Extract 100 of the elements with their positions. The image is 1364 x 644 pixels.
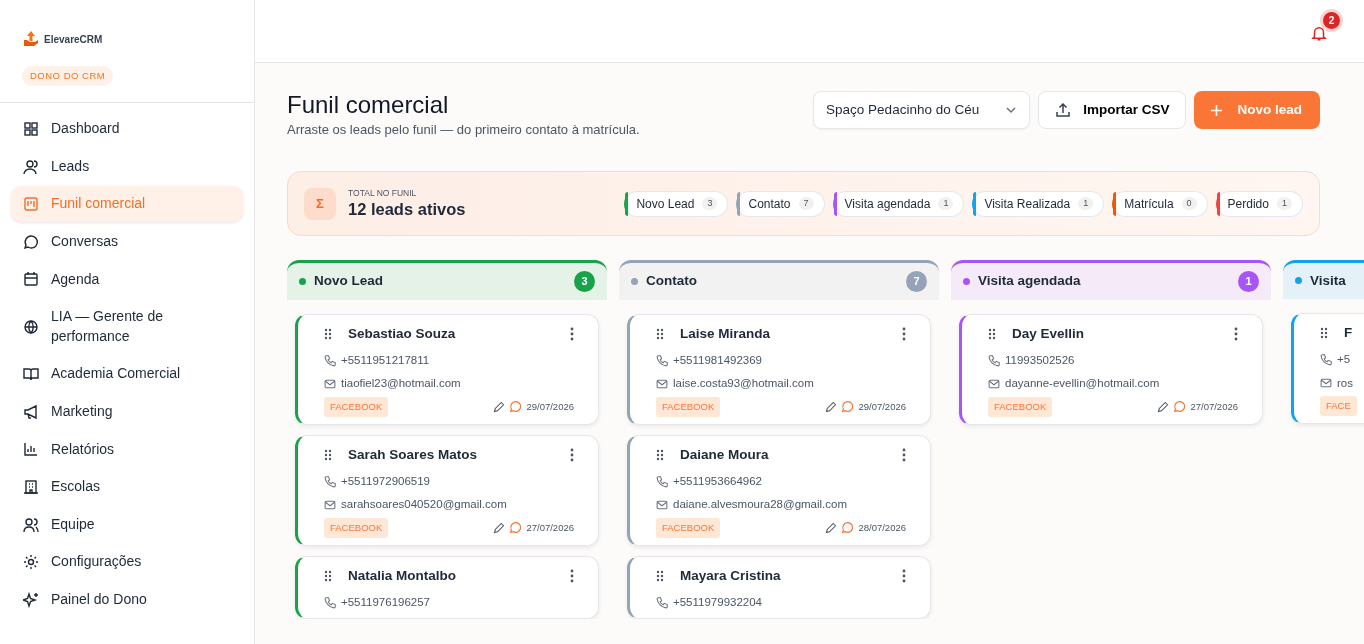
more-options-icon[interactable] [570,568,574,583]
chat-icon[interactable] [509,521,523,535]
mail-icon [1320,377,1332,390]
stage-chip[interactable]: Visita agendada 1 [832,190,965,217]
phone-icon [1320,353,1332,366]
lead-card[interactable]: Laise Miranda +5511981492369 laise.costa93@hotmail.com FACEBOOK 29/07/2026 [627,313,931,425]
summary-label: TOTAL NO FUNIL [348,187,418,201]
chat-icon[interactable] [509,400,523,414]
phone-icon [656,596,668,609]
chat-icon[interactable] [1173,400,1187,414]
megaphone-icon [23,403,39,420]
chat-icon [23,233,39,250]
drag-handle-icon[interactable] [324,327,332,340]
stage-chip[interactable]: Matrícula 0 [1112,190,1208,217]
sidebar-item[interactable]: Academia Comercial [11,356,243,392]
stage-chip[interactable]: Perdido 1 [1215,190,1303,217]
lead-phone: +5511972906519 [341,474,430,490]
lead-name: Natalia Montalbo [348,566,456,585]
pencil-icon[interactable] [825,400,838,413]
logo-icon [22,30,40,48]
phone-icon [656,354,668,367]
sidebar-item[interactable]: Equipe [11,506,243,543]
lead-email: ros [1337,375,1353,391]
more-options-icon[interactable] [570,326,574,341]
lead-phone: 11993502526 [1005,353,1075,369]
sidebar-item[interactable]: Agenda [11,261,243,298]
lead-card[interactable]: Daiane Moura +5511953664962 daiane.alvesmoura28@gmail.com FACEBOOK 28/07/2026 [627,434,931,546]
notification-badge: 2 [1323,12,1340,29]
sidebar-item[interactable]: Leads [11,148,243,185]
stage-chip[interactable]: Visita Realizada 1 [972,190,1105,217]
source-tag: FACEBOOK [988,396,1053,417]
globe-icon [23,318,39,335]
drag-handle-icon[interactable] [324,569,332,582]
import-csv-button[interactable]: Importar CSV [1038,91,1187,130]
mail-icon [324,498,336,511]
lead-card[interactable]: Sarah Soares Matos +5511972906519 sarahsoares040520@gmail.com FACEBOOK 27/07/2026 [295,434,599,546]
lead-date: 28/07/2026 [858,520,906,535]
more-options-icon[interactable] [902,447,906,462]
sidebar-item[interactable]: Configurações [11,544,243,580]
lead-email: laise.costa93@hotmail.com [673,376,814,392]
sidebar-item[interactable]: LIA — Gerente de performance [11,299,243,355]
pencil-icon[interactable] [493,521,506,534]
drag-handle-icon[interactable] [656,327,664,340]
lead-card[interactable]: Natalia Montalbo +5511976196257 [295,555,599,620]
lead-card[interactable]: Day Evellin 11993502526 dayanne-evellin@hotmail.com FACEBOOK 27/07/2026 [959,313,1263,425]
source-tag: FACEBOOK [656,517,721,538]
lead-name: F [1344,324,1353,343]
column-title: Contato [646,272,697,291]
drag-handle-icon[interactable] [656,569,664,582]
page-subtitle: Arraste os leads pelo funil — do primeiro contato à matrícula. [287,120,640,139]
lead-phone: +5511981492369 [673,353,762,369]
lead-date: 29/07/2026 [858,399,906,414]
lead-email: dayanne-evellin@hotmail.com [1005,376,1160,392]
drag-handle-icon[interactable] [1320,327,1328,340]
lead-phone: +5511951217811 [341,353,430,369]
status-dot [1295,277,1302,285]
sidebar-item[interactable]: Relatórios [11,431,243,468]
drag-handle-icon[interactable] [324,448,332,461]
sidebar-item[interactable]: Painel do Dono [11,581,243,618]
lead-name: Laise Miranda [680,324,771,343]
column-count: 3 [574,270,595,292]
school-select[interactable]: Spaço Pedacinho do Céu [813,91,1031,130]
pencil-icon[interactable] [1157,400,1170,413]
lead-card[interactable]: F +5 ros FACE [1291,313,1364,425]
kanban-icon [23,196,39,213]
stage-chip[interactable]: Contato 7 [736,190,825,217]
calendar-icon [23,271,39,288]
more-options-icon[interactable] [1234,326,1238,341]
sidebar-item[interactable]: Marketing [11,394,243,430]
lead-email: tiaofiel23@hotmail.com [341,376,461,392]
user-icon [23,158,39,175]
more-options-icon[interactable] [570,447,574,462]
stage-count: 1 [938,196,954,211]
lead-card[interactable]: Sebastiao Souza +5511951217811 tiaofiel23@hotmail.com FACEBOOK 29/07/2026 [295,313,599,425]
chat-icon[interactable] [841,521,855,535]
phone-icon [324,475,336,488]
stage-chip[interactable]: Novo Lead 3 [624,190,729,217]
more-options-icon[interactable] [902,568,906,583]
role-badge: DONO DO CRM [22,66,114,87]
grid-icon [23,121,39,138]
column-count: 7 [906,270,927,292]
lead-name: Daiane Moura [680,445,769,464]
chat-icon[interactable] [841,400,855,414]
brand-name: ElevareCRM [44,32,103,47]
more-options-icon[interactable] [902,326,906,341]
mail-icon [656,377,668,390]
pencil-icon[interactable] [825,521,838,534]
drag-handle-icon[interactable] [988,327,996,340]
lead-phone: +5511953664962 [673,474,762,490]
lead-date: 29/07/2026 [526,399,574,414]
plus-icon [1210,103,1224,117]
drag-handle-icon[interactable] [656,448,664,461]
sidebar-item[interactable]: Dashboard [11,111,243,147]
pencil-icon[interactable] [493,400,506,413]
summary-value: 12 leads ativos [348,200,466,220]
lead-date: 27/07/2026 [526,520,574,535]
lead-card[interactable]: Mayara Cristina +5511979932204 [627,555,931,620]
sidebar-item[interactable]: Escolas [11,469,243,505]
lead-email: sarahsoares040520@gmail.com [341,497,507,513]
sidebar-item[interactable]: Conversas [11,224,243,260]
